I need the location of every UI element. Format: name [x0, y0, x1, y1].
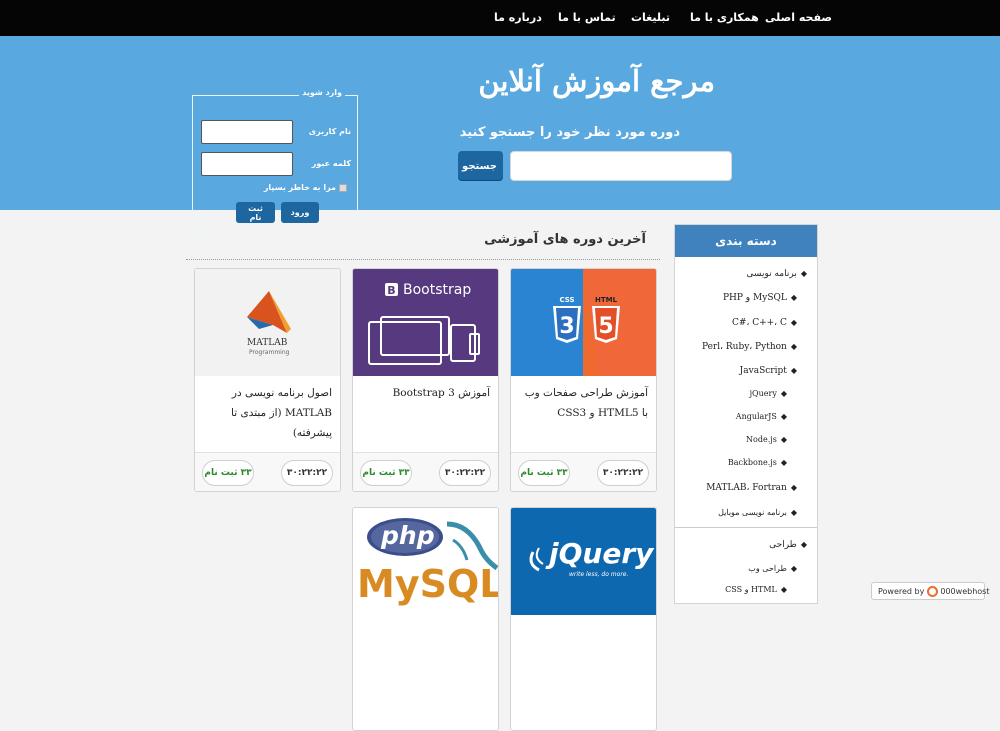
- bullet-icon: ◆: [790, 293, 797, 302]
- nav-home[interactable]: صفحه اصلی: [765, 0, 832, 36]
- course-card[interactable]: CSS 3 HTML 5 آموزش طراحی صفحات وب با HTM…: [510, 268, 657, 492]
- bootstrap-thumbnail[interactable]: B Bootstrap: [353, 269, 498, 376]
- category-mobile[interactable]: ◆برنامه نویسی موبایل: [718, 508, 797, 517]
- html5-css3-thumbnail[interactable]: CSS 3 HTML 5: [511, 269, 656, 376]
- svg-text:CSS: CSS: [559, 296, 574, 304]
- category-c-family[interactable]: ◆C#، C++، C: [732, 318, 797, 328]
- html5-css3-logo-icon: CSS 3 HTML 5: [511, 269, 656, 376]
- bootstrap-wordmark: Bootstrap: [403, 282, 472, 298]
- webhost-logo-icon: [927, 586, 939, 597]
- php-mysql-thumbnail[interactable]: php MySQL: [353, 508, 498, 615]
- bullet-icon: ◆: [780, 458, 787, 467]
- sidebar-title: دسته بندی: [675, 225, 817, 257]
- powered-by-badge[interactable]: Powered by 000webhost: [871, 582, 989, 600]
- nav-about[interactable]: درباره ما: [494, 0, 542, 36]
- login-legend: وارد شوید: [299, 88, 345, 97]
- section-divider: [186, 259, 660, 260]
- category-html-css[interactable]: ◆HTML و CSS: [725, 585, 787, 594]
- category-web-design[interactable]: ◆طراحی وب: [748, 564, 797, 573]
- course-enrolled: ۳۳ ثبت نام: [360, 460, 412, 486]
- login-panel: وارد شوید نام کاربری کلمه عبور مرا به خا…: [192, 88, 358, 235]
- course-title[interactable]: آموزش Bootstrap 3: [361, 383, 490, 403]
- search-input[interactable]: [510, 151, 732, 181]
- course-meta: ۳۰:۲۲:۲۲ ۳۳ ثبت نام: [195, 452, 340, 491]
- category-programming[interactable]: ◆برنامه نویسی: [746, 269, 807, 279]
- username-field[interactable]: [201, 120, 293, 144]
- bullet-icon: ◆: [790, 564, 797, 573]
- category-sidebar: دسته بندی ◆برنامه نویسی ◆MySQL و PHP ◆C#…: [674, 224, 818, 604]
- section-title: آخرین دوره های آموزشی: [484, 232, 646, 247]
- course-title[interactable]: اصول برنامه نویسی در MATLAB (از مبتدی تا…: [203, 383, 332, 443]
- course-meta: ۳۰:۲۲:۲۲ ۳۳ ثبت نام: [353, 452, 498, 491]
- matlab-wordmark: MATLAB: [247, 338, 288, 348]
- nav-cooperation[interactable]: همکاری با ما: [690, 0, 759, 36]
- category-javascript[interactable]: ◆JavaScript: [740, 366, 797, 376]
- category-matlab-fortran[interactable]: ◆MATLAB، Fortran: [706, 483, 797, 493]
- nav-contact[interactable]: تماس با ما: [558, 0, 616, 36]
- bullet-icon: ◆: [790, 318, 797, 327]
- username-label: نام کاربری: [308, 127, 351, 136]
- matlab-logo-icon: [247, 291, 291, 333]
- bullet-icon: ◆: [790, 483, 797, 492]
- jquery-tagline: write less, do more.: [569, 571, 629, 578]
- course-enrolled: ۳۳ ثبت نام: [202, 460, 254, 486]
- nav-ads[interactable]: تبلیغات: [631, 0, 670, 36]
- category-jquery[interactable]: ◆jQuery: [750, 389, 787, 398]
- login-button[interactable]: ورود: [281, 202, 319, 223]
- course-card[interactable]: MATLAB Programming اصول برنامه نویسی در …: [194, 268, 341, 492]
- course-card[interactable]: php MySQL: [352, 507, 499, 731]
- php-wordmark: php: [381, 521, 435, 550]
- bullet-icon: ◆: [780, 585, 787, 594]
- svg-text:5: 5: [598, 314, 613, 339]
- bullet-icon: ◆: [800, 540, 807, 549]
- bullet-icon: ◆: [790, 508, 797, 517]
- bullet-icon: ◆: [790, 366, 797, 375]
- password-label: کلمه عبور: [311, 159, 351, 168]
- remember-label: مرا به خاطر بسپار: [263, 183, 336, 192]
- course-card[interactable]: jQuery write less, do more.: [510, 507, 657, 731]
- password-field[interactable]: [201, 152, 293, 176]
- matlab-thumbnail[interactable]: MATLAB Programming: [195, 269, 340, 376]
- course-duration: ۳۰:۲۲:۲۲: [281, 460, 333, 486]
- mysql-wordmark: MySQL: [357, 562, 499, 606]
- bullet-icon: ◆: [780, 412, 787, 421]
- category-design[interactable]: ◆طراحی: [769, 540, 807, 550]
- bullet-icon: ◆: [790, 342, 797, 351]
- host-name: 000webhost: [940, 587, 990, 596]
- register-button[interactable]: ثبت نام: [236, 202, 275, 223]
- svg-text:HTML: HTML: [595, 296, 618, 304]
- category-angularjs[interactable]: ◆AngularJS: [736, 412, 787, 421]
- course-enrolled: ۳۳ ثبت نام: [518, 460, 570, 486]
- hero-banner: وارد شوید نام کاربری کلمه عبور مرا به خا…: [0, 36, 1000, 235]
- powered-by-label: Powered by: [878, 587, 925, 596]
- matlab-subtitle: Programming: [249, 349, 290, 356]
- course-duration: ۳۰:۲۲:۲۲: [439, 460, 491, 486]
- course-card[interactable]: B Bootstrap آموزش Bootstrap 3 ۳۰:۲۲:۲۲ ۳…: [352, 268, 499, 492]
- search-prompt: دوره مورد نظر خود را جستجو کنید: [459, 125, 680, 140]
- category-php-mysql[interactable]: ◆MySQL و PHP: [723, 293, 797, 303]
- top-nav: صفحه اصلی همکاری با ما تبلیغات تماس با م…: [0, 0, 1000, 36]
- category-nodejs[interactable]: ◆Node.js: [746, 435, 787, 444]
- category-perl-ruby-python[interactable]: ◆Perl، Ruby، Python: [702, 342, 797, 352]
- course-meta: ۳۰:۲۲:۲۲ ۳۳ ثبت نام: [511, 452, 656, 491]
- bullet-icon: ◆: [780, 435, 787, 444]
- svg-text:B: B: [387, 284, 395, 297]
- jquery-wordmark: jQuery: [549, 537, 654, 570]
- remember-me[interactable]: مرا به خاطر بسپار: [264, 183, 347, 192]
- course-duration: ۳۰:۲۲:۲۲: [597, 460, 649, 486]
- search-button[interactable]: جستجو: [458, 151, 503, 181]
- remember-checkbox[interactable]: [339, 183, 347, 192]
- svg-text:3: 3: [559, 314, 574, 339]
- page-title: مرجع آموزش آنلاین: [478, 64, 715, 98]
- category-backbonejs[interactable]: ◆Backbone.js: [728, 458, 787, 467]
- bullet-icon: ◆: [800, 269, 807, 278]
- bullet-icon: ◆: [780, 389, 787, 398]
- jquery-thumbnail[interactable]: jQuery write less, do more.: [511, 508, 656, 615]
- course-title[interactable]: آموزش طراحی صفحات وب با HTML5 و CSS3: [519, 383, 648, 423]
- sidebar-divider: [675, 527, 817, 528]
